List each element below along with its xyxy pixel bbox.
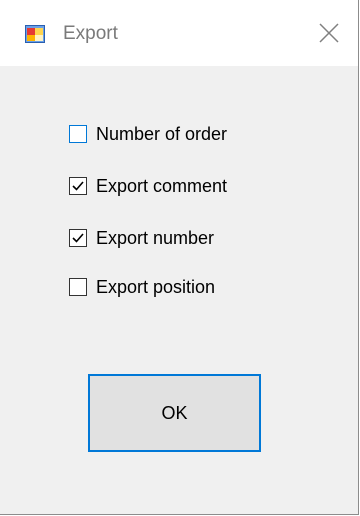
number-of-order-checkbox[interactable] (69, 125, 87, 143)
option-label: Export number (96, 228, 215, 248)
title-bar: Export (0, 0, 358, 66)
checkmark-icon (72, 233, 84, 243)
option-label: Number of order (96, 124, 228, 144)
option-number-of-order[interactable]: Number of order (69, 121, 227, 147)
option-export-number[interactable]: Export number (69, 225, 214, 251)
window-title: Export (63, 23, 118, 44)
checkmark-icon (72, 181, 84, 191)
option-export-position[interactable]: Export position (69, 274, 215, 300)
ok-button[interactable]: OK (88, 374, 261, 452)
option-label: Export comment (96, 176, 228, 196)
close-icon (319, 23, 339, 43)
option-export-comment[interactable]: Export comment (69, 173, 227, 199)
export-comment-checkbox[interactable] (69, 177, 87, 195)
export-number-checkbox[interactable] (69, 229, 87, 247)
export-dialog: Export Number of order Export comment Ex… (0, 0, 359, 515)
close-button[interactable] (300, 0, 358, 66)
export-position-checkbox[interactable] (69, 278, 87, 296)
application-icon (25, 25, 45, 43)
option-label: Export position (96, 277, 216, 297)
